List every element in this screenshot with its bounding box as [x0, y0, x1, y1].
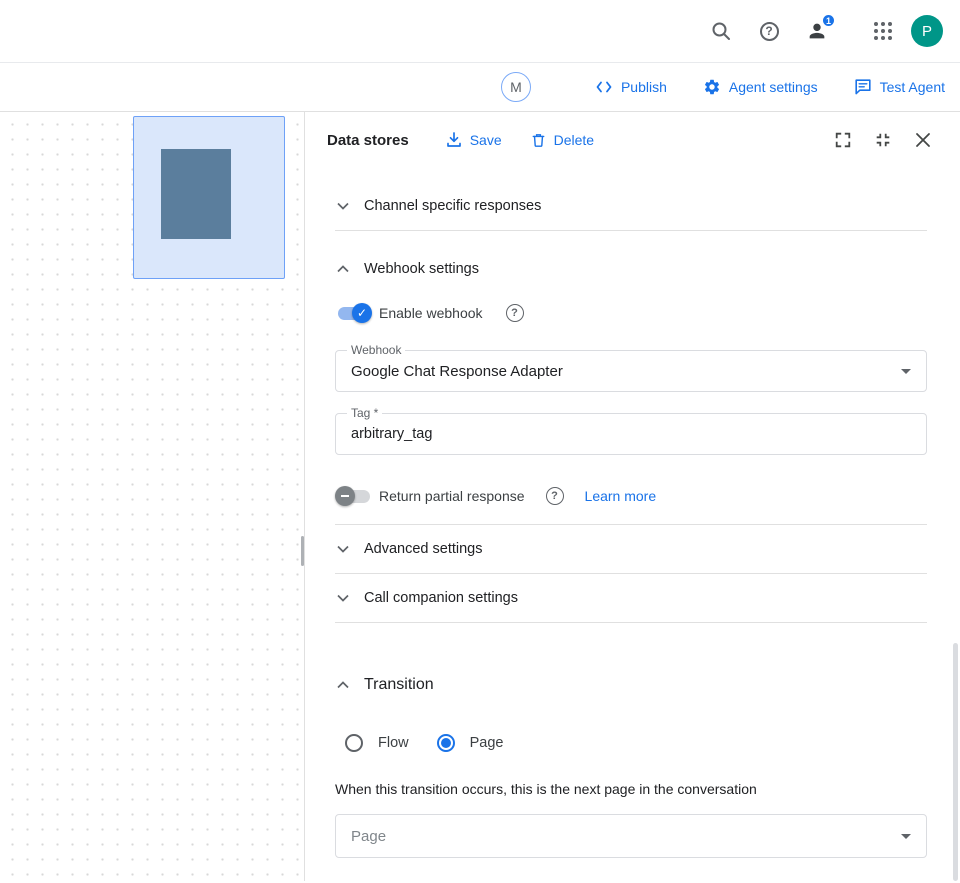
help-circle-icon[interactable]: ? [506, 304, 524, 322]
fullscreen-icon [834, 131, 852, 149]
flow-radio-label: Flow [378, 735, 409, 751]
notification-badge: 1 [821, 13, 836, 28]
fullscreen-button[interactable] [831, 128, 855, 152]
save-button[interactable]: Save [445, 131, 502, 149]
main-area: Data stores Save Delete [0, 112, 960, 881]
agent-toolbar: M Publish Agent settings Test Agent [0, 63, 960, 112]
dash-icon [335, 486, 355, 506]
check-icon: ✓ [352, 303, 372, 323]
close-icon [915, 132, 931, 148]
chevron-down-icon [335, 590, 351, 606]
webhook-select[interactable]: Webhook Google Chat Response Adapter [335, 350, 927, 392]
agent-settings-label: Agent settings [729, 79, 818, 95]
page-select[interactable]: Page [335, 814, 927, 858]
detail-panel: Data stores Save Delete [305, 112, 960, 881]
panel-content: Channel specific responses Webhook setti… [305, 182, 960, 881]
chevron-up-icon [335, 677, 351, 693]
publish-label: Publish [621, 79, 667, 95]
close-panel-button[interactable] [911, 128, 935, 152]
help-button[interactable]: ? [749, 11, 789, 51]
section-label: Call companion settings [364, 590, 518, 606]
gear-icon [703, 78, 721, 96]
section-label: Transition [364, 676, 434, 694]
webhook-select-label: Webhook [347, 343, 405, 357]
agent-settings-button[interactable]: Agent settings [703, 78, 818, 96]
section-label: Webhook settings [364, 261, 479, 277]
canvas-scrollbar[interactable] [301, 536, 304, 566]
partial-response-label: Return partial response [379, 488, 525, 504]
search-icon [710, 20, 732, 42]
learn-more-link[interactable]: Learn more [585, 488, 657, 504]
chevron-down-icon [335, 198, 351, 214]
tag-input[interactable] [351, 426, 911, 442]
top-app-bar: ? 1 P [0, 0, 960, 63]
dropdown-arrow-icon [901, 834, 911, 839]
flow-canvas[interactable] [0, 112, 305, 881]
webhook-select-value: Google Chat Response Adapter [351, 363, 563, 380]
enable-webhook-row: ✓ Enable webhook ? [335, 301, 927, 325]
enable-webhook-toggle[interactable]: ✓ [335, 303, 372, 323]
help-icon: ? [760, 22, 779, 41]
section-transition[interactable]: Transition [335, 661, 927, 709]
trash-icon [530, 132, 547, 149]
section-channel-responses[interactable]: Channel specific responses [335, 182, 927, 230]
partial-response-toggle[interactable] [335, 486, 372, 506]
chevron-down-icon [335, 541, 351, 557]
section-label: Advanced settings [364, 541, 483, 557]
tag-field[interactable]: Tag * [335, 413, 927, 455]
test-agent-button[interactable]: Test Agent [854, 78, 945, 96]
notifications-button[interactable]: 1 [797, 11, 837, 51]
section-webhook-settings[interactable]: Webhook settings [335, 245, 927, 293]
panel-scrollbar[interactable] [953, 643, 958, 881]
page-title: Data stores [327, 132, 409, 149]
section-call-companion[interactable]: Call companion settings [335, 574, 927, 622]
search-button[interactable] [701, 11, 741, 51]
section-advanced-settings[interactable]: Advanced settings [335, 525, 927, 573]
chevron-up-icon [335, 261, 351, 277]
divider [335, 230, 927, 231]
apps-grid-button[interactable] [863, 11, 903, 51]
publish-button[interactable]: Publish [595, 78, 667, 96]
help-circle-icon[interactable]: ? [546, 487, 564, 505]
flow-radio[interactable] [345, 734, 363, 752]
save-icon [445, 131, 463, 149]
page-select-placeholder: Page [351, 828, 386, 845]
collaborator-avatar[interactable]: M [501, 72, 531, 102]
save-label: Save [470, 132, 502, 148]
tag-field-label: Tag * [347, 406, 382, 420]
fullscreen-exit-icon [874, 131, 892, 149]
test-agent-label: Test Agent [880, 79, 945, 95]
apps-grid-icon [874, 22, 892, 40]
partial-response-row: Return partial response ? Learn more [335, 484, 927, 508]
divider [335, 622, 927, 623]
section-label: Channel specific responses [364, 198, 541, 214]
fullscreen-exit-button[interactable] [871, 128, 895, 152]
dropdown-arrow-icon [901, 369, 911, 374]
account-avatar[interactable]: P [911, 15, 943, 47]
delete-label: Delete [554, 132, 594, 148]
transition-helper-text: When this transition occurs, this is the… [335, 781, 927, 797]
flow-node-thumbnail [161, 149, 231, 239]
page-radio[interactable] [437, 734, 455, 752]
enable-webhook-label: Enable webhook [379, 305, 483, 321]
transition-target-radio-group: Flow Page [335, 733, 927, 753]
code-icon [595, 78, 613, 96]
flow-node-card[interactable] [133, 116, 285, 279]
chat-icon [854, 78, 872, 96]
panel-header: Data stores Save Delete [305, 112, 960, 168]
delete-button[interactable]: Delete [530, 132, 594, 149]
page-radio-label: Page [470, 735, 504, 751]
